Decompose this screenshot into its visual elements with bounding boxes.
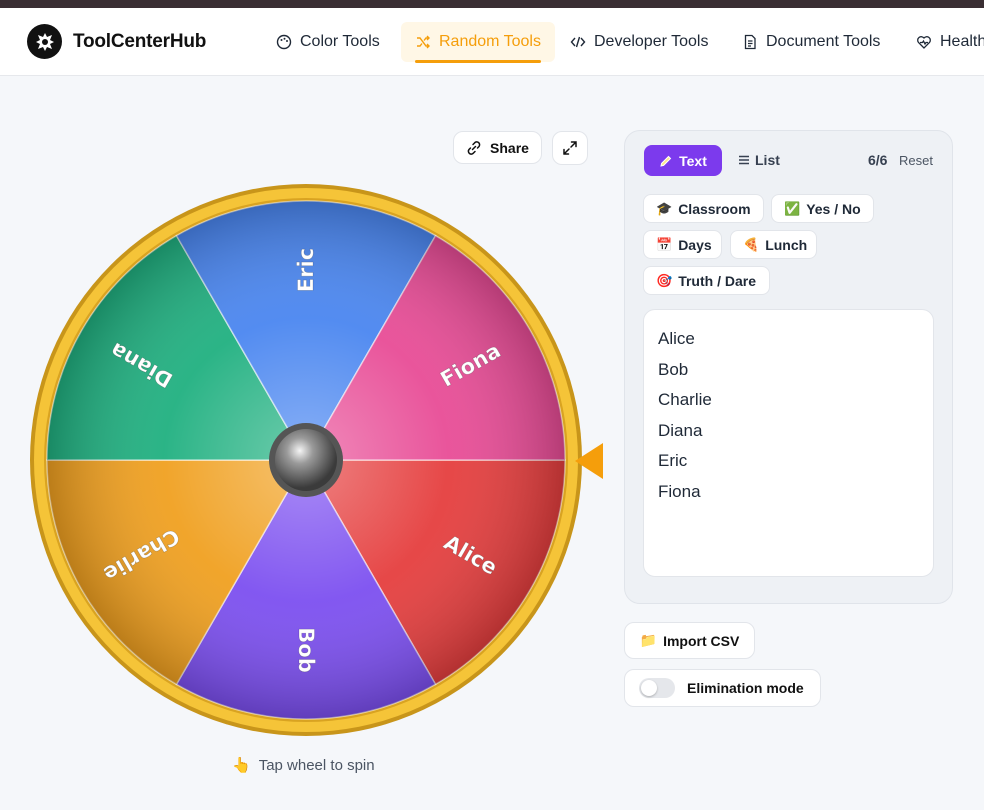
entry-line: Diana <box>658 420 703 440</box>
top-navigation: ToolCenterHub Color Tools Random Tools D… <box>0 8 984 76</box>
expand-icon <box>563 141 577 155</box>
graduation-cap-icon: 🎓 <box>656 200 673 216</box>
nav-label: Developer Tools <box>594 33 709 50</box>
preset-lunch[interactable]: 🍕 Lunch <box>730 230 817 259</box>
entries-textarea[interactable]: Alice Bob Charlie Diana Eric Fiona <box>643 309 934 577</box>
share-button[interactable]: Share <box>453 131 542 164</box>
folder-icon: 📁 <box>639 632 658 648</box>
entry-line: Alice <box>658 329 695 348</box>
nav-color-tools[interactable]: Color Tools <box>268 22 388 62</box>
spin-hint-text: Tap wheel to spin <box>258 756 375 774</box>
entry-line: Fiona <box>658 481 701 501</box>
heart-icon <box>917 36 931 49</box>
preset-days[interactable]: 📅 Days <box>643 230 722 259</box>
preset-label: Truth / Dare <box>678 272 756 289</box>
spin-hint: 👆 Tap wheel to spin <box>232 756 375 775</box>
wheel-segment-label: Eric <box>294 248 318 292</box>
elimination-mode-label: Elimination mode <box>687 680 804 696</box>
preset-label: Lunch <box>765 236 808 253</box>
preset-truth-dare[interactable]: 🎯 Truth / Dare <box>643 266 770 295</box>
entries-panel: Text List 6/6 Reset 🎓 Classroom ✅ Yes / … <box>624 130 953 604</box>
import-csv-label: Import CSV <box>663 632 740 649</box>
preset-label: Yes / No <box>806 200 861 217</box>
entry-line: Eric <box>658 451 688 470</box>
entry-line: Bob <box>658 359 689 379</box>
share-label: Share <box>490 139 529 156</box>
wheel-graphic[interactable]: AliceBobCharlieDianaEricFiona <box>28 182 584 738</box>
tab-text-label: Text <box>679 152 707 169</box>
nav-health[interactable]: Health <box>908 22 984 62</box>
nav-document-tools[interactable]: Document Tools <box>734 22 888 62</box>
preset-yes-no[interactable]: ✅ Yes / No <box>771 194 874 223</box>
check-mark-icon: ✅ <box>784 200 801 216</box>
fullscreen-button[interactable] <box>552 131 588 165</box>
brand-logo-icon[interactable] <box>27 24 62 59</box>
wheel-pointer <box>575 443 603 479</box>
wheel-hub[interactable] <box>275 429 337 491</box>
code-icon <box>570 36 586 48</box>
tab-list-label: List <box>755 152 780 168</box>
link-icon <box>467 140 481 155</box>
pointing-hand-icon: 👆 <box>232 757 251 774</box>
nav-random-tools[interactable]: Random Tools <box>401 22 555 63</box>
entry-count: 6/6 <box>868 152 888 168</box>
reset-button[interactable]: Reset <box>899 153 933 168</box>
pizza-icon: 🍕 <box>743 236 760 252</box>
nav-label: Color Tools <box>300 33 380 50</box>
shuffle-icon <box>417 35 430 49</box>
entry-line: Charlie <box>658 390 712 409</box>
pencil-icon <box>660 155 672 167</box>
nav-label: Random Tools <box>439 33 541 50</box>
preset-label: Days <box>678 236 712 253</box>
import-csv-button[interactable]: 📁 Import CSV <box>624 622 755 659</box>
nav-label: Document Tools <box>766 33 881 50</box>
nav-label: Health <box>940 33 984 50</box>
preset-label: Classroom <box>678 200 751 217</box>
target-icon: 🎯 <box>656 272 673 288</box>
palette-icon <box>276 34 292 50</box>
document-icon <box>744 34 756 50</box>
calendar-icon: 📅 <box>656 236 673 252</box>
tab-text[interactable]: Text <box>644 145 722 176</box>
preset-classroom[interactable]: 🎓 Classroom <box>643 194 764 223</box>
list-icon <box>739 155 749 165</box>
spin-wheel[interactable]: Alice Bob Charlie Diana Eric Fiona <box>28 182 584 738</box>
wheel-segment-label: Bob <box>294 627 318 672</box>
tab-list[interactable]: List <box>738 152 780 168</box>
window-top-strip <box>0 0 984 8</box>
toggle-switch[interactable] <box>639 678 675 698</box>
nav-developer-tools[interactable]: Developer Tools <box>562 22 716 62</box>
brand-name[interactable]: ToolCenterHub <box>73 31 206 53</box>
elimination-mode-toggle[interactable]: Elimination mode <box>624 669 821 707</box>
